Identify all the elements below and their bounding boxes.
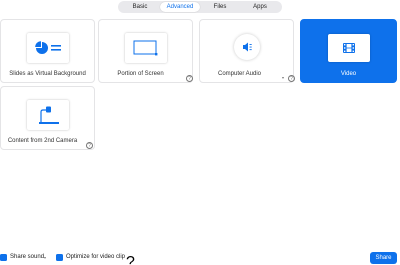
option-label: Slides as Virtual Background: [9, 71, 86, 77]
option-video[interactable]: Video: [300, 19, 397, 83]
option-label: Portion of Screen: [117, 71, 164, 77]
option-label: Video: [340, 71, 357, 77]
option-content-second-camera[interactable]: Content from 2nd Camera ?: [0, 86, 95, 150]
share-screen-panel: Basic Advanced Files Apps Slides as Virt…: [0, 0, 400, 265]
tab-files[interactable]: Files: [200, 2, 240, 12]
tab-advanced[interactable]: Advanced: [160, 2, 200, 12]
info-icon[interactable]: ?: [186, 75, 193, 82]
pie-chart-slide-icon: [26, 33, 69, 63]
share-button[interactable]: Share: [370, 252, 397, 264]
option-portion-of-screen[interactable]: Portion of Screen ?: [98, 19, 193, 83]
share-sound-label: Share sound: [10, 254, 45, 260]
speaker-icon: [233, 34, 260, 60]
tab-apps[interactable]: Apps: [240, 2, 280, 12]
tab-basic[interactable]: Basic: [120, 2, 160, 12]
chevron-down-icon[interactable]: ▾: [282, 75, 284, 80]
chevron-down-icon[interactable]: ▾: [44, 255, 46, 260]
optimize-video-label: Optimize for video clip: [66, 254, 126, 260]
footer-bar: Share sound ▾ Optimize for video clip ? …: [0, 251, 400, 265]
optimize-video-checkbox[interactable]: [56, 254, 63, 265]
share-sound-checkbox[interactable]: [0, 254, 7, 265]
info-icon[interactable]: ?: [86, 142, 93, 149]
document-camera-icon: [26, 100, 69, 130]
option-computer-audio[interactable]: Computer Audio ▾ ?: [199, 19, 295, 83]
screen-portion-icon: [124, 33, 167, 63]
option-label: Content from 2nd Camera: [7, 138, 78, 144]
info-icon[interactable]: ?: [288, 75, 295, 82]
tab-bar: Basic Advanced Files Apps: [118, 1, 282, 13]
info-icon[interactable]: ?: [126, 254, 135, 265]
option-label: Computer Audio: [217, 71, 262, 77]
film-icon: [327, 34, 370, 62]
option-slides-virtual-background[interactable]: Slides as Virtual Background: [0, 19, 95, 83]
